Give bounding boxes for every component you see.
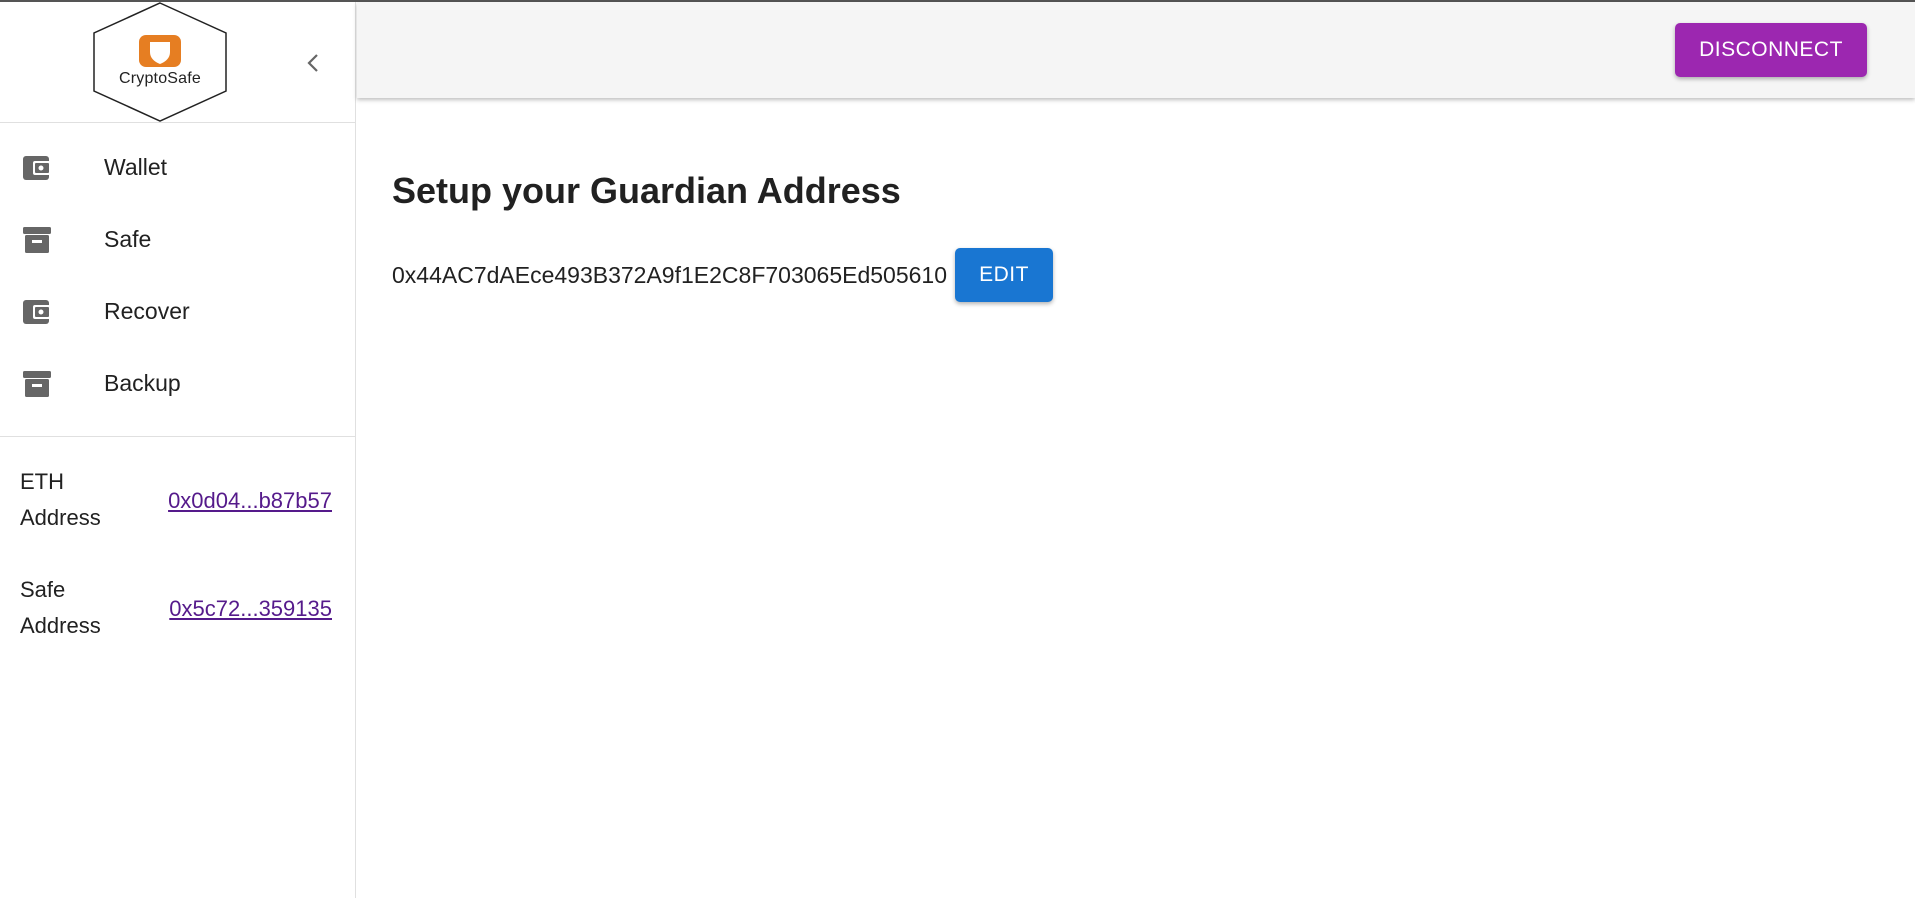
sidebar-item-label: Safe — [104, 225, 152, 252]
guardian-address-row: 0x44AC7dAEce493B372A9f1E2C8F703065Ed5056… — [392, 248, 1053, 302]
archive-icon — [23, 371, 51, 397]
wallet-icon — [23, 300, 51, 324]
sidebar-item-safe[interactable]: Safe — [0, 203, 355, 275]
logo-row: CryptoSafe — [0, 2, 355, 123]
safe-address-link[interactable]: 0x5c72...359135 — [169, 596, 332, 622]
sidebar-item-recover[interactable]: Recover — [0, 275, 355, 347]
wallet-icon — [23, 156, 51, 180]
sidebar-item-label: Backup — [104, 369, 181, 396]
app-header: DISCONNECT — [357, 2, 1915, 98]
sidebar-item-label: Recover — [104, 297, 190, 324]
sidebar-item-label: Wallet — [104, 153, 168, 180]
main-content: Setup your Guardian Address 0x44AC7dAEce… — [357, 98, 1915, 898]
disconnect-button[interactable]: DISCONNECT — [1675, 23, 1867, 77]
archive-icon — [23, 227, 51, 253]
collapse-sidebar-button[interactable] — [296, 46, 330, 80]
safe-address-label: Safe Address — [20, 577, 101, 638]
sidebar: CryptoSafe Wallet Safe Recover Backup ET… — [0, 2, 356, 898]
page-title: Setup your Guardian Address — [392, 170, 901, 211]
eth-address-link[interactable]: 0x0d04...b87b57 — [168, 488, 332, 514]
sidebar-nav: Wallet Safe Recover Backup — [0, 123, 355, 437]
guardian-address-value: 0x44AC7dAEce493B372A9f1E2C8F703065Ed5056… — [392, 261, 947, 288]
eth-address-block: ETH Address 0x0d04...b87b57 — [0, 464, 356, 544]
chevron-left-icon — [307, 54, 318, 72]
cryptosafe-logo — [93, 2, 227, 122]
safe-address-block: Safe Address 0x5c72...359135 — [0, 572, 356, 652]
logo-text: CryptoSafe — [118, 70, 202, 87]
sidebar-item-backup[interactable]: Backup — [0, 347, 355, 419]
sidebar-item-wallet[interactable]: Wallet — [0, 131, 355, 203]
edit-button[interactable]: EDIT — [955, 248, 1053, 302]
eth-address-label: ETH Address — [20, 469, 101, 530]
